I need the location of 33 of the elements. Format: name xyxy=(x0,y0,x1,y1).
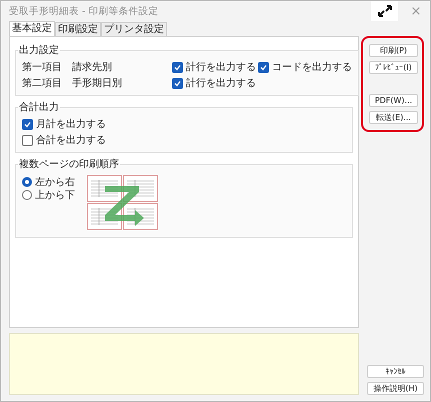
side-button[interactable]: PDF(W)... xyxy=(369,94,418,107)
group-title: 複数ページの印刷順序 xyxy=(18,158,120,171)
tab[interactable]: プリンタ設定 xyxy=(101,22,167,36)
radio-button[interactable] xyxy=(22,190,32,200)
group-title: 出力設定 xyxy=(18,44,60,57)
tab[interactable]: 基本設定 xyxy=(9,21,55,36)
page-order-drawing xyxy=(87,175,159,231)
checkbox[interactable] xyxy=(172,78,183,88)
checkbox-label: 合計を出力する xyxy=(36,134,106,147)
dialog-button[interactable]: ｷｬﾝｾﾙ xyxy=(367,365,424,378)
expand-icon[interactable] xyxy=(371,1,398,21)
group-title: 合計出力 xyxy=(18,100,60,114)
checkbox[interactable] xyxy=(172,62,183,72)
item-label: 第一項目 xyxy=(22,61,63,74)
radio-label: 左から右 xyxy=(35,176,75,188)
radio-button[interactable] xyxy=(22,176,32,186)
item-value: 手形期日別 xyxy=(72,76,123,90)
window-title: 受取手形明細表 - 印刷等条件設定 xyxy=(9,4,160,18)
side-button[interactable]: 転送(E)... xyxy=(369,111,418,124)
checkbox-label: 計行を出力する xyxy=(186,60,256,74)
checkbox[interactable] xyxy=(22,134,33,146)
checkbox-label: 月計を出力する xyxy=(36,118,106,131)
checkbox-label: 計行を出力する xyxy=(186,76,256,90)
side-button[interactable]: 印刷(P) xyxy=(369,44,418,57)
checkbox[interactable] xyxy=(22,118,33,130)
side-button[interactable]: ﾌﾟﾚﾋﾞｭｰ(I) xyxy=(369,61,418,74)
dialog-button[interactable]: 操作説明(H) xyxy=(367,382,424,395)
item-label: 第二項目 xyxy=(22,77,63,90)
radio-label: 上から下 xyxy=(35,188,75,202)
item-value: 請求先別 xyxy=(72,60,113,74)
checkbox-label: コードを出力する xyxy=(272,60,352,74)
tab[interactable]: 印刷設定 xyxy=(55,22,101,36)
checkbox[interactable] xyxy=(258,62,269,72)
